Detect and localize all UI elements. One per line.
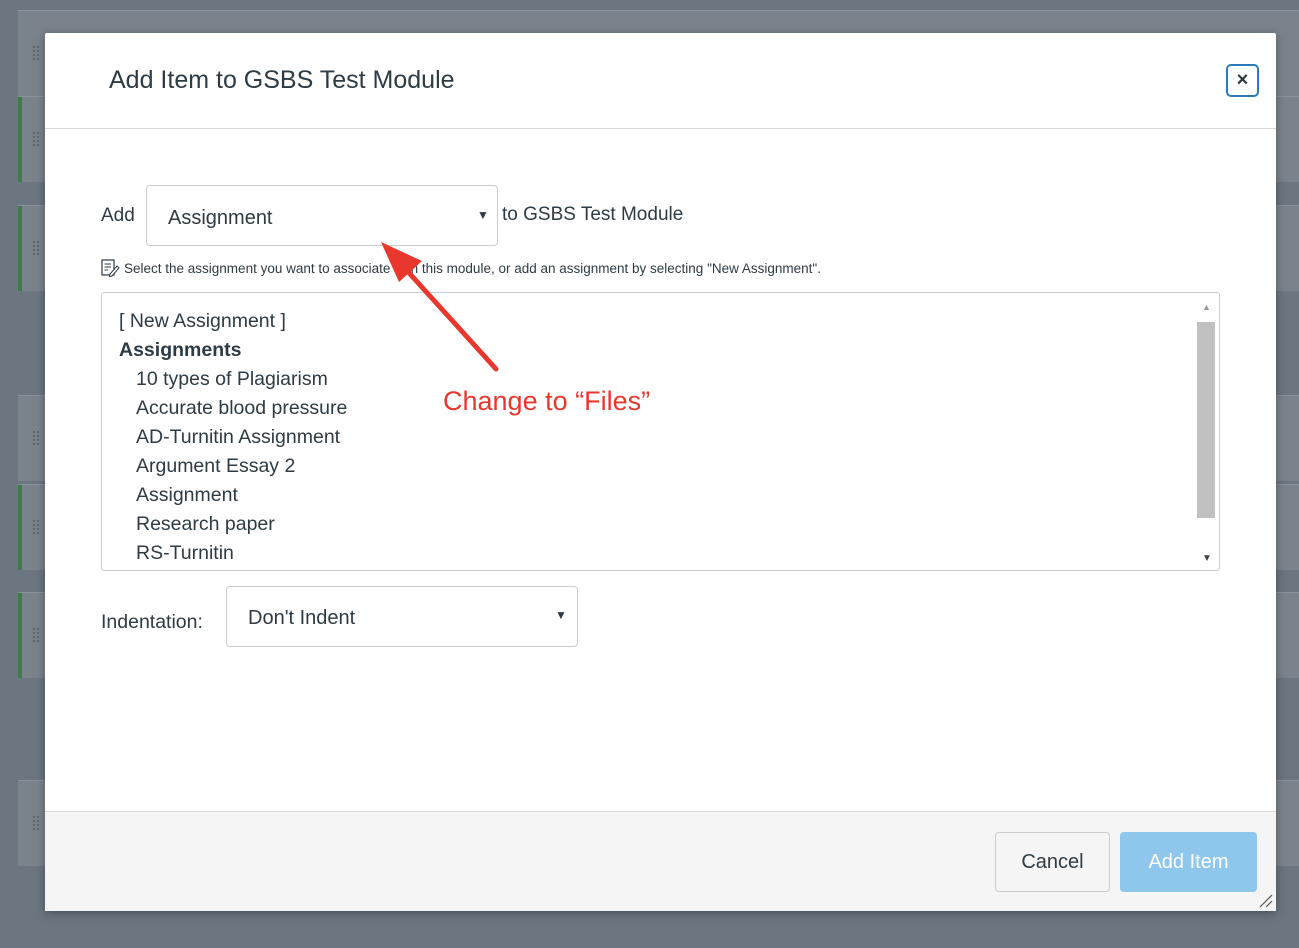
list-item[interactable]: Research paper bbox=[136, 513, 275, 536]
drag-handle-icon bbox=[32, 240, 40, 256]
chevron-down-icon: ▼ bbox=[477, 208, 489, 222]
scroll-up-icon[interactable]: ▲ bbox=[1202, 302, 1211, 312]
hint-text: Select the assignment you want to associ… bbox=[124, 260, 821, 276]
list-item[interactable]: Argument Essay 2 bbox=[136, 455, 295, 478]
listbox-scrollbar[interactable]: ▲ ▼ bbox=[1196, 296, 1216, 566]
drag-handle-icon bbox=[32, 519, 40, 535]
edit-note-icon bbox=[101, 259, 120, 278]
drag-handle-icon bbox=[32, 815, 40, 831]
annotation-label: Change to “Files” bbox=[443, 386, 651, 416]
drag-handle-icon bbox=[32, 627, 40, 643]
hint-text-row: Select the assignment you want to associ… bbox=[100, 258, 821, 278]
close-icon: × bbox=[1236, 69, 1249, 91]
drag-handle-icon bbox=[32, 430, 40, 446]
drag-handle-icon bbox=[32, 45, 40, 61]
dialog-footer: Cancel Add Item bbox=[45, 811, 1276, 911]
list-item[interactable]: Accurate blood pressure bbox=[136, 397, 347, 420]
drag-handle-icon bbox=[32, 131, 40, 147]
assignment-listbox[interactable]: [ New Assignment ] Assignments 10 types … bbox=[101, 292, 1220, 571]
dialog-header: Add Item to GSBS Test Module × bbox=[45, 33, 1276, 129]
resize-handle-icon[interactable] bbox=[1257, 892, 1273, 908]
item-type-value: Assignment bbox=[168, 207, 273, 229]
list-item[interactable]: RS-Turnitin bbox=[136, 542, 234, 565]
close-button[interactable]: × bbox=[1226, 64, 1259, 97]
scroll-down-icon[interactable]: ▼ bbox=[1202, 553, 1212, 564]
list-item[interactable]: Assignment bbox=[136, 484, 238, 507]
indentation-label: Indentation: bbox=[101, 611, 203, 633]
list-item[interactable]: 10 types of Plagiarism bbox=[136, 368, 328, 391]
chevron-down-icon: ▼ bbox=[555, 608, 567, 622]
scrollbar-thumb[interactable] bbox=[1197, 322, 1215, 518]
item-type-select[interactable]: Assignment ▼ bbox=[146, 185, 498, 246]
list-group-label: Assignments bbox=[119, 339, 242, 361]
add-label: Add bbox=[101, 205, 135, 226]
indentation-select[interactable]: Don't Indent ▼ bbox=[226, 586, 578, 647]
add-item-button[interactable]: Add Item bbox=[1120, 832, 1257, 892]
indentation-value: Don't Indent bbox=[248, 607, 356, 629]
dialog-title: Add Item to GSBS Test Module bbox=[109, 66, 455, 94]
cancel-button[interactable]: Cancel bbox=[995, 832, 1110, 892]
add-item-dialog: Add Item to GSBS Test Module × Add Assig… bbox=[45, 33, 1276, 911]
list-option-new[interactable]: [ New Assignment ] bbox=[119, 310, 286, 333]
list-item[interactable]: AD-Turnitin Assignment bbox=[136, 426, 340, 449]
module-suffix-label: to GSBS Test Module bbox=[502, 204, 684, 225]
